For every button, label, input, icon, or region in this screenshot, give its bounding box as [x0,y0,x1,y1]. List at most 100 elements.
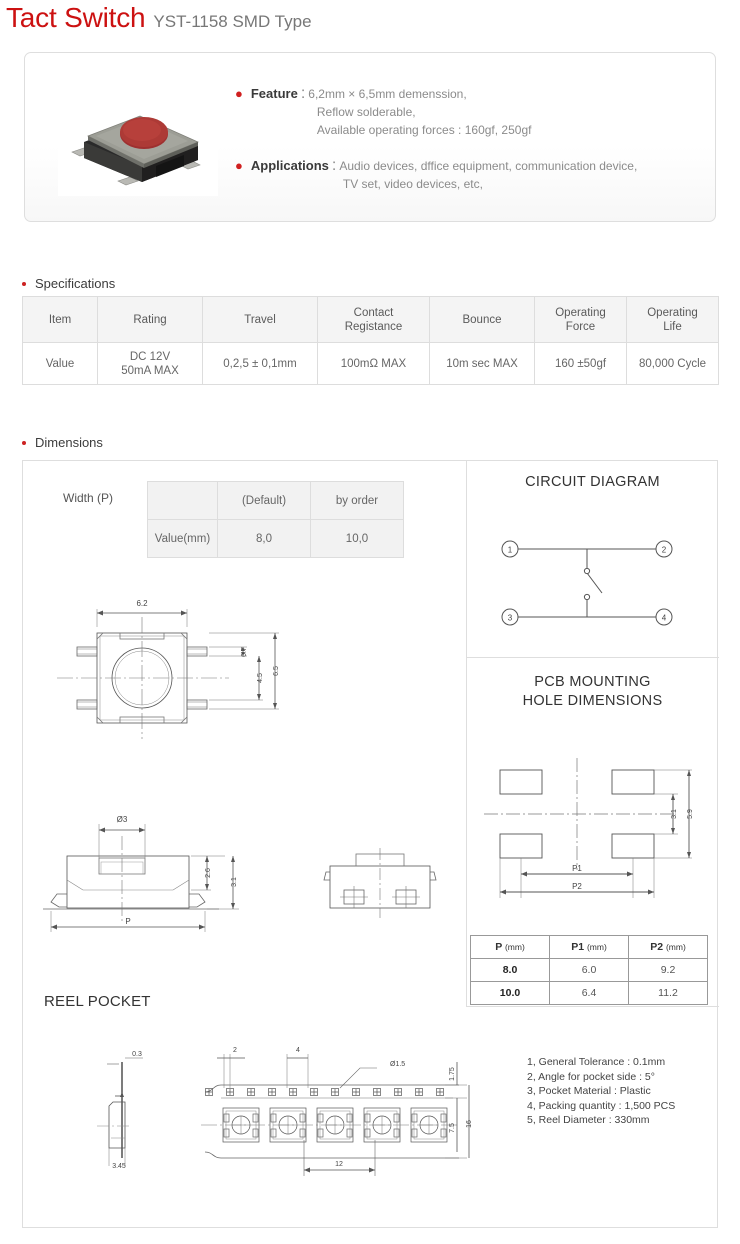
cell-contact-registance: 100mΩ MAX [317,342,430,385]
page-title-sub: YST-1158 SMD Type [153,12,312,31]
note-item-2: 2, Angle for pocket side : 5° [527,1070,655,1083]
table-row: Value(mm) 8,0 10,0 [147,519,404,558]
applications-colon: : [331,157,337,174]
p-dimensions-table: P (mm) P1 (mm) P2 (mm) 8.0 6.0 9.2 10.0 … [470,935,708,1005]
wp-row-label: Value(mm) [147,519,218,558]
feature-first-line: Feature:6,2mm × 6,5mm demenssion, [251,85,705,103]
dimensions-heading-label: Dimensions [35,435,103,450]
specifications-heading-label: Specifications [35,276,116,291]
reel-cross-section-drawing: 0.3 3.45 [97,1051,143,1170]
p-cell-p2-row1: 9.2 [628,958,708,982]
bullet-icon [22,440,26,445]
bullet-icon: ● [235,86,243,101]
side-view-drawing: Ø3 2.6 3.1 P [43,815,239,932]
width-p-label: Width (P) [63,491,114,505]
col-header-item: Item [22,296,98,343]
reel-d12-label: 12 [335,1161,343,1168]
feature-block: ● Feature:6,2mm × 6,5mm demenssion, Refl… [235,85,705,139]
p-col-header-p: P (mm) [470,935,550,959]
pcb-p2-label: P2 [572,882,582,891]
wp-value-by-order: 10,0 [310,519,404,558]
circuit-pin-4-label: 4 [662,614,667,623]
table-header-row: (Default) by order [147,481,404,520]
notes-list: 1, General Tolerance : 0.1mm 2, Angle fo… [527,1055,675,1128]
p-cell-p-row2: 10.0 [470,981,550,1005]
panel-divider-vertical [466,461,467,1007]
circuit-pin-1-label: 1 [508,546,513,555]
bullet-icon [22,281,26,286]
side-view-h31-label: 3.1 [231,877,238,887]
p-col-header-p2: P2 (mm) [628,935,708,959]
feature-line-1: 6,2mm × 6,5mm demenssion, [308,87,467,101]
page-title-main: Tact Switch [6,2,146,33]
p-cell-p2-row2: 11.2 [628,981,708,1005]
wp-corner-cell [147,481,218,520]
top-view-width-label: 6.2 [136,599,148,608]
page-title: Tact Switch YST-1158 SMD Type [6,2,312,34]
side-view-h26-label: 2.6 [205,868,212,878]
wp-header-default: (Default) [217,481,311,520]
specifications-table: Item Rating Travel Contact Registance Bo… [22,296,719,385]
applications-line-2: TV set, video devices, etc, [342,177,483,191]
cell-operating-force: 160 ±50gf [534,342,627,385]
top-view-drawing: 6.2 0.7 4.5 6.5 [57,599,280,739]
side-view-diameter-label: Ø3 [117,815,128,824]
reel-pitch12-drawing: 12 [303,1140,376,1176]
table-header-row: P (mm) P1 (mm) P2 (mm) [470,935,708,959]
tact-switch-illustration [71,115,201,186]
cell-travel: 0,2,5 ± 0,1mm [202,342,318,385]
col-header-operating-life: Operating Life [626,296,719,343]
applications-label: Applications [250,158,329,173]
panel-divider-horizontal [466,657,719,658]
reel-d16-label: 16 [466,1120,473,1128]
reel-cross-bottom-label: 3.45 [112,1163,126,1170]
cell-row-label: Value [22,342,98,385]
col-header-operating-force: Operating Force [534,296,627,343]
table-header-row: Item Rating Travel Contact Registance Bo… [22,296,719,343]
cell-operating-life: 80,000 Cycle [626,342,719,385]
pcb-mounting-drawing: 3.1 5.9 P1 P2 [484,758,694,898]
p-col-header-p1: P1 (mm) [549,935,629,959]
col-header-bounce: Bounce [429,296,535,343]
end-view-drawing [323,848,437,918]
reel-pitch2-label: 2 [233,1047,237,1054]
cell-rating: DC 12V 50mA MAX [97,342,203,385]
circuit-diagram-drawing: 1 2 3 4 [501,540,673,626]
note-item-5: 5, Reel Diameter : 330mm [527,1114,650,1127]
table-row: 8.0 6.0 9.2 [470,958,708,982]
p-cell-p1-row1: 6.0 [549,958,629,982]
reel-pitch4-label: 4 [296,1047,300,1054]
top-view-d45-label: 4.5 [257,673,264,683]
feature-label: Feature [250,86,298,101]
reel-d75-label: 7.5 [449,1123,456,1133]
side-view-p-label: P [125,917,130,926]
top-view-d65-label: 6.5 [273,666,280,676]
circuit-pin-3-label: 3 [508,614,513,623]
product-banner: ● Feature:6,2mm × 6,5mm demenssion, Refl… [24,52,716,222]
cell-bounce: 10m sec MAX [429,342,535,385]
feature-colon: : [300,85,306,102]
reel-d175-label: 1.75 [449,1067,456,1081]
applications-first-line: Applications: Audio devices, dffice equip… [251,157,705,175]
applications-block: ● Applications: Audio devices, dffice equ… [235,157,705,193]
col-header-rating: Rating [97,296,203,343]
circuit-pin-2-label: 2 [662,546,667,555]
feature-line-3: Available operating forces : 160gf, 250g… [316,123,532,137]
p-cell-p1-row2: 6.4 [549,981,629,1005]
pcb-d31-label: 3.1 [671,809,678,819]
specifications-heading: Specifications [22,276,115,291]
reel-pocket-title: REEL POCKET [44,993,151,1010]
applications-line-1: Audio devices, dffice equipment, communi… [339,159,638,173]
pcb-p1-label: P1 [572,864,582,873]
pcb-mounting-title: PCB MOUNTING HOLE DIMENSIONS [522,674,663,709]
feature-line-2: Reflow solderable, [316,105,416,119]
table-row: 10.0 6.4 11.2 [470,981,708,1005]
wp-value-default: 8,0 [217,519,311,558]
top-view-d07-label: 0.7 [241,647,248,657]
reel-cross-top-label: 0.3 [132,1051,142,1058]
panel-divider-horizontal-2 [466,1006,719,1007]
wp-header-by-order: by order [310,481,404,520]
pcb-d59-label: 5.9 [687,809,694,819]
product-photo [58,86,218,196]
